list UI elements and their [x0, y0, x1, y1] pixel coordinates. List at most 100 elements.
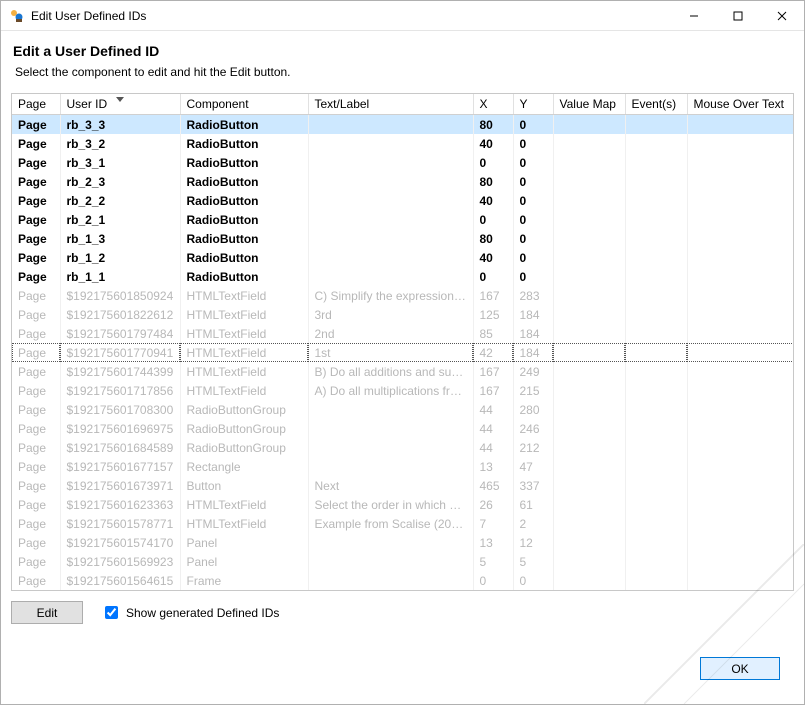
cell-user: $192175601717856: [60, 381, 180, 400]
table-row[interactable]: Page$192175601770941HTMLTextField1st4218…: [12, 343, 794, 362]
table-row[interactable]: Page$192175601696975RadioButtonGroup4424…: [12, 419, 794, 438]
table-row[interactable]: Page$192175601797484HTMLTextField2nd8518…: [12, 324, 794, 343]
page-subtext: Select the component to edit and hit the…: [15, 65, 794, 79]
minimize-button[interactable]: [672, 1, 716, 30]
table-row[interactable]: Pagerb_1_1RadioButton00: [12, 267, 794, 286]
col-events[interactable]: Event(s): [625, 94, 687, 115]
cell-y: 0: [513, 571, 553, 590]
cell-x: 0: [473, 571, 513, 590]
table-row[interactable]: Pagerb_3_1RadioButton00: [12, 153, 794, 172]
table-row[interactable]: Page$192175601564615Frame00: [12, 571, 794, 590]
cell-user: rb_2_2: [60, 191, 180, 210]
app-icon: [9, 8, 25, 24]
table-row[interactable]: Page$192175601578771HTMLTextFieldExample…: [12, 514, 794, 533]
col-x[interactable]: X: [473, 94, 513, 115]
table-row[interactable]: Page$192175601684589RadioButtonGroup4421…: [12, 438, 794, 457]
table-row[interactable]: Page$192175601850924HTMLTextFieldC) Simp…: [12, 286, 794, 305]
cell-x: 85: [473, 324, 513, 343]
cell-y: 337: [513, 476, 553, 495]
col-y[interactable]: Y: [513, 94, 553, 115]
cell-user: $192175601850924: [60, 286, 180, 305]
cell-comp: Panel: [180, 552, 308, 571]
cell-text: [308, 457, 473, 476]
col-page[interactable]: Page: [12, 94, 60, 115]
cell-text: 2nd: [308, 324, 473, 343]
cell-page: Page: [12, 210, 60, 229]
cell-page: Page: [12, 400, 60, 419]
cell-page: Page: [12, 438, 60, 457]
cell-text: [308, 571, 473, 590]
cell-user: $192175601770941: [60, 343, 180, 362]
close-button[interactable]: [760, 1, 804, 30]
cell-text: Next: [308, 476, 473, 495]
cell-text: C) Simplify the expressions in…: [308, 286, 473, 305]
cell-text: Select the order in which you …: [308, 495, 473, 514]
cell-text: [308, 248, 473, 267]
table-row[interactable]: Page$192175601717856HTMLTextFieldA) Do a…: [12, 381, 794, 400]
cell-y: 0: [513, 191, 553, 210]
cell-x: 80: [473, 172, 513, 191]
cell-y: 12: [513, 533, 553, 552]
table-row[interactable]: Pagerb_1_2RadioButton400: [12, 248, 794, 267]
show-generated-toggle[interactable]: Show generated Defined IDs: [101, 603, 279, 622]
col-user-id[interactable]: User ID: [60, 94, 180, 115]
table-row[interactable]: Page$192175601574170Panel1312: [12, 533, 794, 552]
table-row[interactable]: Page$192175601744399HTMLTextFieldB) Do a…: [12, 362, 794, 381]
cell-y: 283: [513, 286, 553, 305]
table-row[interactable]: Page$192175601673971ButtonNext465337: [12, 476, 794, 495]
cell-user: $192175601623363: [60, 495, 180, 514]
cell-comp: HTMLTextField: [180, 343, 308, 362]
table-row[interactable]: Pagerb_2_3RadioButton800: [12, 172, 794, 191]
cell-x: 44: [473, 419, 513, 438]
cell-text: [308, 400, 473, 419]
cell-x: 167: [473, 286, 513, 305]
cell-y: 47: [513, 457, 553, 476]
cell-y: 184: [513, 305, 553, 324]
maximize-button[interactable]: [716, 1, 760, 30]
show-generated-checkbox[interactable]: [105, 606, 118, 619]
cell-x: 80: [473, 229, 513, 248]
cell-y: 5: [513, 552, 553, 571]
table-row[interactable]: Pagerb_2_2RadioButton400: [12, 191, 794, 210]
table-row[interactable]: Page$192175601569923Panel55: [12, 552, 794, 571]
cell-text: [308, 210, 473, 229]
ok-button[interactable]: OK: [700, 657, 780, 680]
table-row[interactable]: Pagerb_3_3RadioButton800: [12, 115, 794, 135]
cell-comp: HTMLTextField: [180, 514, 308, 533]
table-row[interactable]: Page$192175601708300RadioButtonGroup4428…: [12, 400, 794, 419]
cell-page: Page: [12, 514, 60, 533]
cell-x: 40: [473, 248, 513, 267]
table-row[interactable]: Page$192175601822612HTMLTextField3rd1251…: [12, 305, 794, 324]
table-row[interactable]: Page$192175601677157Rectangle1347: [12, 457, 794, 476]
col-text-label[interactable]: Text/Label: [308, 94, 473, 115]
cell-x: 465: [473, 476, 513, 495]
cell-comp: HTMLTextField: [180, 286, 308, 305]
col-mouse-over[interactable]: Mouse Over Text: [687, 94, 794, 115]
edit-button[interactable]: Edit: [11, 601, 83, 624]
cell-comp: Rectangle: [180, 457, 308, 476]
table-row[interactable]: Pagerb_2_1RadioButton00: [12, 210, 794, 229]
cell-x: 13: [473, 457, 513, 476]
cell-page: Page: [12, 324, 60, 343]
cell-user: $192175601822612: [60, 305, 180, 324]
cell-y: 215: [513, 381, 553, 400]
cell-page: Page: [12, 115, 60, 135]
cell-comp: HTMLTextField: [180, 381, 308, 400]
cell-comp: RadioButton: [180, 229, 308, 248]
cell-user: $192175601569923: [60, 552, 180, 571]
cell-comp: HTMLTextField: [180, 362, 308, 381]
col-value-map[interactable]: Value Map: [553, 94, 625, 115]
cell-page: Page: [12, 134, 60, 153]
cell-page: Page: [12, 343, 60, 362]
data-grid[interactable]: Page User ID Component Text/Label X Y Va…: [11, 93, 794, 591]
col-component[interactable]: Component: [180, 94, 308, 115]
cell-page: Page: [12, 552, 60, 571]
cell-user: rb_1_3: [60, 229, 180, 248]
table-row[interactable]: Page$192175601623363HTMLTextFieldSelect …: [12, 495, 794, 514]
cell-x: 125: [473, 305, 513, 324]
cell-page: Page: [12, 457, 60, 476]
table-row[interactable]: Pagerb_3_2RadioButton400: [12, 134, 794, 153]
table-row[interactable]: Pagerb_1_3RadioButton800: [12, 229, 794, 248]
cell-x: 167: [473, 381, 513, 400]
header-row[interactable]: Page User ID Component Text/Label X Y Va…: [12, 94, 794, 115]
